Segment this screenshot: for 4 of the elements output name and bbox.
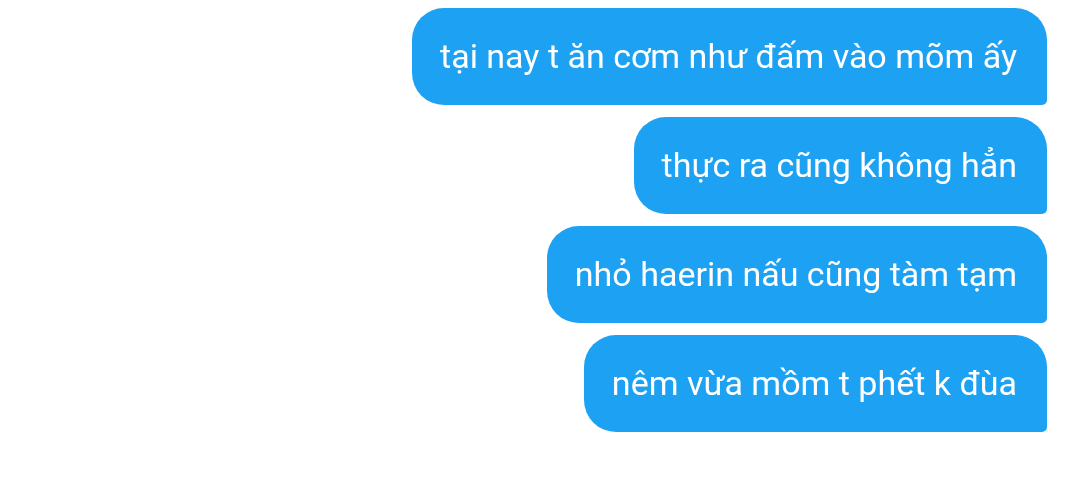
message-bubble: tại nay t ăn cơm như đấm vào mõm ấy	[412, 8, 1047, 105]
message-bubble: nêm vừa mồm t phết k đùa	[583, 335, 1047, 432]
message-bubble: nhỏ haerin nấu cũng tàm tạm	[546, 226, 1047, 323]
message-bubble: thực ra cũng không hẳn	[633, 117, 1047, 214]
